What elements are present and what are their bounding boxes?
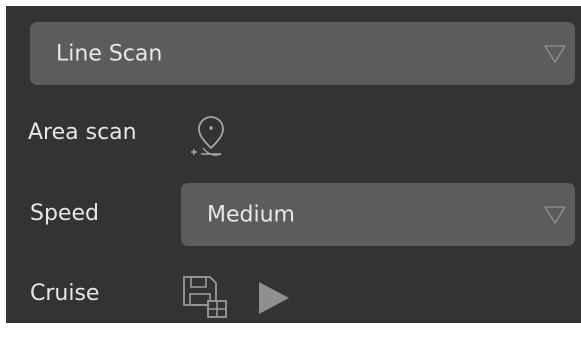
chevron-down-icon [544, 205, 566, 224]
scan-mode-dropdown[interactable]: Line Scan [30, 22, 575, 85]
scan-settings-panel: Line Scan Area scan Speed Medium Cruise [6, 6, 581, 323]
speed-value: Medium [207, 202, 295, 227]
area-scan-label: Area scan [28, 120, 137, 145]
speed-dropdown[interactable]: Medium [181, 183, 575, 246]
cruise-label: Cruise [30, 281, 100, 306]
save-grid-icon[interactable] [181, 274, 231, 320]
play-icon[interactable] [257, 280, 291, 316]
speed-label: Speed [30, 201, 99, 226]
map-pin-add-icon[interactable] [187, 114, 227, 160]
scan-mode-value: Line Scan [56, 41, 163, 66]
chevron-down-icon [544, 44, 566, 63]
